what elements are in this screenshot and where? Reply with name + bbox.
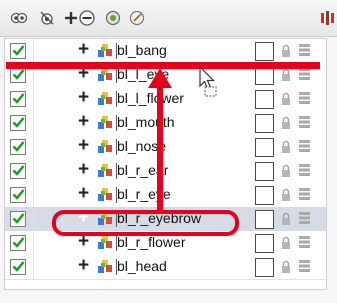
check-icon: [12, 237, 25, 248]
layers-panel: + bl_bang + bl_l_eye + bl_l_flower + bl_…: [0, 0, 337, 303]
check-icon: [12, 117, 25, 128]
layer-stack-icon[interactable]: [299, 92, 310, 104]
layer-color-swatch[interactable]: [255, 234, 274, 253]
drawing-layer-icon: [98, 236, 112, 249]
column-divider: [33, 255, 34, 279]
drawing-layer-icon: [98, 140, 112, 153]
check-icon: [12, 141, 25, 152]
expand-icon[interactable]: +: [78, 136, 89, 156]
column-divider: [33, 207, 34, 231]
add-drawing-layer-icon[interactable]: [128, 9, 146, 27]
lock-icon[interactable]: [281, 44, 291, 58]
column-divider: [33, 111, 34, 135]
expand-icon[interactable]: +: [78, 184, 89, 204]
layer-stack-icon[interactable]: [299, 116, 310, 128]
layer-stack-icon[interactable]: [299, 164, 310, 176]
drawing-layer-icon: [98, 188, 112, 201]
expand-icon[interactable]: +: [78, 160, 89, 180]
remove-layer-icon[interactable]: [78, 9, 96, 27]
lock-icon[interactable]: [281, 116, 291, 130]
layer-visibility-checkbox[interactable]: [10, 235, 26, 251]
column-divider: [33, 183, 34, 207]
columns-icon[interactable]: [319, 9, 335, 27]
lock-icon[interactable]: [281, 92, 291, 106]
annotation-highlight-oval: [52, 210, 239, 236]
drag-cursor-icon: [199, 66, 217, 97]
layer-visibility-checkbox[interactable]: [10, 67, 26, 83]
layer-row[interactable]: + bl_mouth: [5, 111, 326, 136]
column-divider: [33, 159, 34, 183]
lock-icon[interactable]: [281, 140, 291, 154]
expand-icon[interactable]: +: [78, 112, 89, 132]
layer-stack-icon[interactable]: [299, 236, 310, 248]
layer-color-swatch[interactable]: [255, 186, 274, 205]
layer-row[interactable]: + bl_head: [5, 255, 326, 280]
drawing-layer-icon: [98, 164, 112, 177]
layer-stack-icon[interactable]: [299, 68, 310, 80]
check-icon: [12, 189, 25, 200]
layer-name[interactable]: bl_l_flower: [117, 90, 184, 106]
layer-stack-icon[interactable]: [299, 44, 310, 56]
check-icon: [12, 69, 25, 80]
show-all-icon[interactable]: [10, 9, 28, 27]
layer-color-swatch[interactable]: [255, 90, 274, 109]
layer-row[interactable]: + bl_bang: [5, 39, 326, 64]
expand-icon[interactable]: +: [78, 88, 89, 108]
layer-color-swatch[interactable]: [255, 162, 274, 181]
layer-stack-icon[interactable]: [299, 188, 310, 200]
layer-color-swatch[interactable]: [255, 138, 274, 157]
layer-row[interactable]: + bl_r_eye: [5, 183, 326, 208]
drawing-layer-icon: [98, 44, 112, 57]
layer-visibility-checkbox[interactable]: [10, 211, 26, 227]
check-icon: [12, 45, 25, 56]
check-icon: [12, 93, 25, 104]
drawing-layer-icon: [98, 116, 112, 129]
layer-row[interactable]: + bl_nose: [5, 135, 326, 160]
layer-visibility-checkbox[interactable]: [10, 163, 26, 179]
lock-icon[interactable]: [281, 68, 291, 82]
check-icon: [12, 165, 25, 176]
hide-all-icon[interactable]: [38, 9, 56, 27]
layer-row[interactable]: + bl_l_flower: [5, 87, 326, 112]
lock-icon[interactable]: [281, 212, 291, 226]
column-divider: [33, 231, 34, 255]
layer-visibility-checkbox[interactable]: [10, 115, 26, 131]
layer-visibility-checkbox[interactable]: [10, 91, 26, 107]
layer-properties-icon[interactable]: [104, 9, 122, 27]
annotation-arrowhead: [148, 68, 172, 88]
drawing-layer-icon: [98, 260, 112, 273]
annotation-arrow-shaft: [157, 84, 163, 210]
layer-visibility-checkbox[interactable]: [10, 187, 26, 203]
layer-color-swatch[interactable]: [255, 42, 274, 61]
layer-name[interactable]: bl_head: [117, 258, 167, 274]
drawing-layer-icon: [98, 92, 112, 105]
layers-toolbar: [0, 0, 337, 37]
lock-icon[interactable]: [281, 188, 291, 202]
layer-visibility-checkbox[interactable]: [10, 43, 26, 59]
layer-color-swatch[interactable]: [255, 258, 274, 277]
lock-icon[interactable]: [281, 236, 291, 250]
expand-icon[interactable]: +: [78, 40, 89, 60]
check-icon: [12, 213, 25, 224]
column-divider: [33, 87, 34, 111]
layer-stack-icon[interactable]: [299, 212, 310, 224]
check-icon: [12, 261, 25, 272]
layer-row[interactable]: + bl_r_ear: [5, 159, 326, 184]
lock-icon[interactable]: [281, 164, 291, 178]
layer-name[interactable]: bl_bang: [117, 42, 167, 58]
layer-name[interactable]: bl_mouth: [117, 114, 175, 130]
column-divider: [33, 135, 34, 159]
layer-name[interactable]: bl_r_flower: [117, 234, 185, 250]
expand-icon[interactable]: +: [78, 256, 89, 276]
layer-visibility-checkbox[interactable]: [10, 259, 26, 275]
column-divider: [33, 39, 34, 63]
lock-icon[interactable]: [281, 260, 291, 274]
layer-stack-icon[interactable]: [299, 140, 310, 152]
layer-color-swatch[interactable]: [255, 114, 274, 133]
layer-stack-icon[interactable]: [299, 260, 310, 272]
layer-color-swatch[interactable]: [255, 210, 274, 229]
layer-visibility-checkbox[interactable]: [10, 139, 26, 155]
